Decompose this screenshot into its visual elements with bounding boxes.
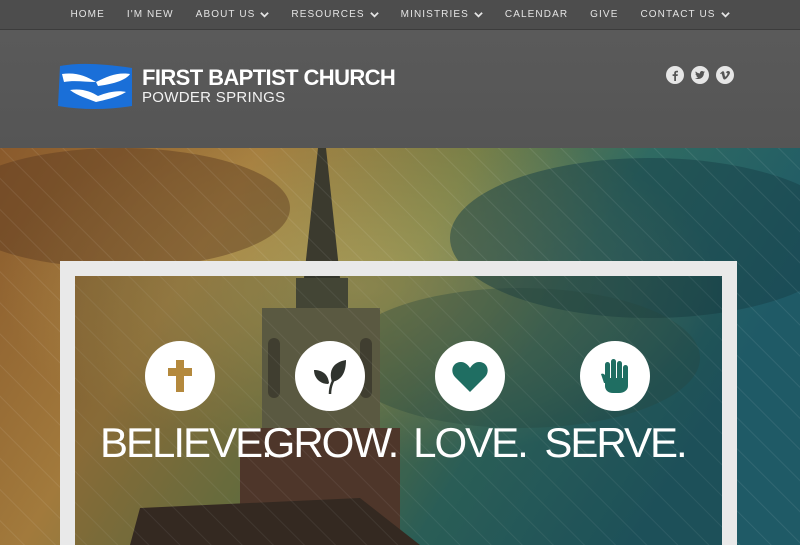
church-name: FIRST BAPTIST CHURCH <box>142 65 396 90</box>
hero-banner: BELIEVE. GROW. LOVE. SERVE. <box>0 148 800 545</box>
nav-calendar[interactable]: CALENDAR <box>505 9 568 20</box>
chevron-down-icon <box>474 11 483 18</box>
nav-label: CONTACT US <box>640 9 716 20</box>
value-label: SERVE. <box>544 419 687 466</box>
twitter-icon <box>695 71 705 79</box>
nav-im-new[interactable]: I'M NEW <box>127 9 174 20</box>
chevron-down-icon <box>369 11 379 18</box>
serve-badge <box>580 341 650 411</box>
logo-text: FIRST BAPTIST CHURCH POWDER SPRINGS <box>142 65 396 106</box>
main-navigation: HOME I'M NEW ABOUT US RESOURCES MINISTRI… <box>0 0 800 30</box>
nav-about-us[interactable]: ABOUT US <box>196 9 270 20</box>
logo-mark-icon <box>58 63 132 109</box>
value-label: GROW. <box>262 419 400 466</box>
chevron-down-icon <box>260 11 270 18</box>
nav-give[interactable]: GIVE <box>590 9 618 20</box>
grow-badge <box>295 341 365 411</box>
nav-contact-us[interactable]: CONTACT US <box>640 9 730 20</box>
nav-label: GIVE <box>590 9 619 20</box>
site-header: FIRST BAPTIST CHURCH POWDER SPRINGS <box>0 30 800 148</box>
value-label: BELIEVE. <box>100 419 273 466</box>
cross-icon <box>168 360 192 392</box>
nav-label: I'M NEW <box>126 9 174 20</box>
nav-label: HOME <box>70 9 105 20</box>
believe-badge <box>145 341 215 411</box>
nav-home[interactable]: HOME <box>70 9 104 20</box>
nav-label: CALENDAR <box>504 9 569 20</box>
value-label: LOVE. <box>413 419 529 466</box>
values-row: BELIEVE. GROW. LOVE. SERVE. <box>100 341 710 471</box>
social-links <box>666 66 741 84</box>
church-location: POWDER SPRINGS <box>142 89 286 106</box>
nav-resources[interactable]: RESOURCES <box>291 9 379 20</box>
vimeo-link[interactable] <box>716 66 734 84</box>
nav-label: ABOUT US <box>195 9 256 20</box>
twitter-link[interactable] <box>691 66 709 84</box>
chevron-down-icon <box>720 11 730 18</box>
nav-label: MINISTRIES <box>400 9 469 20</box>
leaf-icon <box>314 360 346 395</box>
church-logo[interactable]: FIRST BAPTIST CHURCH POWDER SPRINGS <box>56 60 396 112</box>
facebook-link[interactable] <box>666 66 684 84</box>
heart-icon <box>452 362 488 392</box>
nav-label: RESOURCES <box>291 9 365 20</box>
nav-ministries[interactable]: MINISTRIES <box>401 9 483 20</box>
vimeo-icon <box>720 70 730 80</box>
facebook-icon <box>672 70 678 81</box>
love-badge <box>435 341 505 411</box>
hand-icon <box>601 359 628 393</box>
